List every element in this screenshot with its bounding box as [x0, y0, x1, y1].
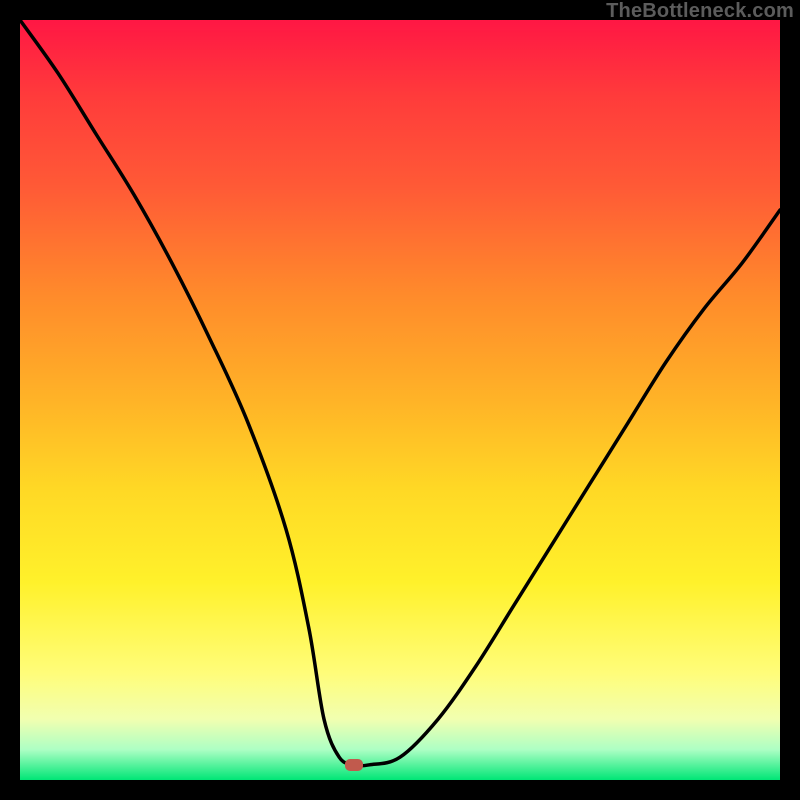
- bottleneck-curve: [20, 20, 780, 780]
- watermark-text: TheBottleneck.com: [606, 0, 794, 23]
- optimal-point-marker: [345, 759, 363, 771]
- chart-plot-area: [20, 20, 780, 780]
- chart-frame: TheBottleneck.com: [0, 0, 800, 800]
